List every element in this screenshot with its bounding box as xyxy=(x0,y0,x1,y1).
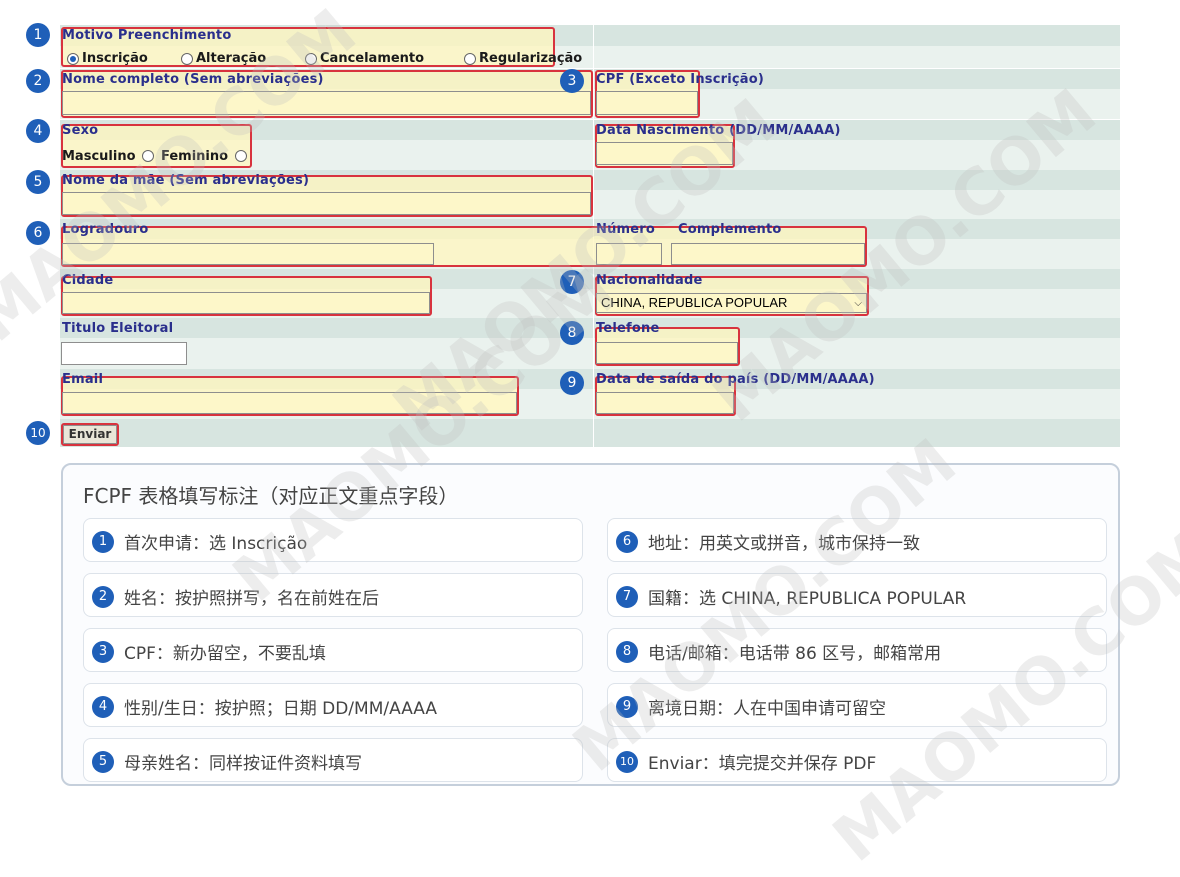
cidade-input[interactable] xyxy=(62,292,430,314)
cpf-input[interactable] xyxy=(596,91,698,115)
legend-number: 9 xyxy=(616,696,638,718)
radio-feminino[interactable] xyxy=(235,150,247,162)
telefone-input[interactable] xyxy=(596,342,738,364)
legend-text: 地址：用英文或拼音，城市保持一致 xyxy=(648,534,920,554)
legend-item: 1 首次申请：选 Inscrição xyxy=(83,518,583,562)
legend-number: 2 xyxy=(92,586,114,608)
numero-input[interactable] xyxy=(596,243,662,265)
legend-text: 母亲姓名：同样按证件资料填写 xyxy=(124,754,362,774)
email-input[interactable] xyxy=(62,392,517,414)
radio-cancelamento[interactable] xyxy=(305,53,317,65)
marker-3: 3 xyxy=(560,69,584,93)
legend-item: 2 姓名：按护照拼写，名在前姓在后 xyxy=(83,573,583,617)
legend-text: 首次申请：选 Inscrição xyxy=(124,534,308,554)
titulo-input[interactable] xyxy=(61,342,187,365)
legend-text: 国籍：选 CHINA, REPUBLICA POPULAR xyxy=(648,589,967,609)
legend-title: FCPF 表格填写标注（对应正文重点字段） xyxy=(83,484,459,508)
legend-text: 性别/生日：按护照；日期 DD/MM/AAAA xyxy=(124,699,438,719)
saida-input[interactable] xyxy=(596,392,734,414)
radio-inscricao[interactable] xyxy=(67,53,79,65)
sexo-masculino-label: Masculino xyxy=(62,149,136,164)
legend-text: CPF：新办留空，不要乱填 xyxy=(124,644,326,664)
titulo-label: Titulo Eleitoral xyxy=(62,321,174,336)
radio-masculino[interactable] xyxy=(142,150,154,162)
complemento-input[interactable] xyxy=(671,243,865,265)
legend-item: 8 电话/邮箱：电话带 86 区号，邮箱常用 xyxy=(607,628,1107,672)
radio-regularizacao-label: Regularização xyxy=(479,51,583,66)
legend-text: 电话/邮箱：电话带 86 区号，邮箱常用 xyxy=(648,644,942,664)
enviar-button[interactable]: Enviar xyxy=(63,425,117,444)
marker-9: 9 xyxy=(560,371,584,395)
marker-8: 8 xyxy=(560,321,584,345)
chevron-down-icon: ⌵ xyxy=(854,298,862,309)
nome-input[interactable] xyxy=(62,91,591,115)
legend-number: 5 xyxy=(92,751,114,773)
nacionalidade-label: Nacionalidade xyxy=(596,273,703,288)
marker-1: 1 xyxy=(26,23,50,47)
legend-item: 5 母亲姓名：同样按证件资料填写 xyxy=(83,738,583,782)
marker-7: 7 xyxy=(560,270,584,294)
mae-label: Nome da mãe (Sem abreviações) xyxy=(62,173,310,188)
numero-label: Número xyxy=(596,222,656,237)
legend-item: 3 CPF：新办留空，不要乱填 xyxy=(83,628,583,672)
legend-panel: FCPF 表格填写标注（对应正文重点字段） 1 首次申请：选 Inscrição… xyxy=(61,463,1120,786)
radio-inscricao-label: Inscrição xyxy=(82,51,148,66)
row-band xyxy=(60,419,1120,447)
sexo-label: Sexo xyxy=(62,123,99,138)
legend-item: 4 性别/生日：按护照；日期 DD/MM/AAAA xyxy=(83,683,583,727)
saida-label: Data de saída do país (DD/MM/AAAA) xyxy=(596,372,875,387)
nascimento-input[interactable] xyxy=(596,142,733,165)
nacionalidade-select[interactable]: CHINA, REPUBLICA POPULAR ⌵ xyxy=(596,293,867,313)
email-label: Email xyxy=(62,372,104,387)
legend-text: 姓名：按护照拼写，名在前姓在后 xyxy=(124,589,379,609)
sexo-feminino-label: Feminino xyxy=(161,149,229,164)
legend-number: 10 xyxy=(616,751,638,773)
fcpf-form: Motivo Preenchimento Inscrição Alteração… xyxy=(0,0,1180,450)
legend-number: 8 xyxy=(616,641,638,663)
legend-text: Enviar：填完提交并保存 PDF xyxy=(648,754,877,774)
mae-input[interactable] xyxy=(62,192,591,215)
legend-item: 7 国籍：选 CHINA, REPUBLICA POPULAR xyxy=(607,573,1107,617)
motivo-label: Motivo Preenchimento xyxy=(62,28,232,43)
nome-label: Nome completo (Sem abreviações) xyxy=(62,72,324,87)
legend-number: 1 xyxy=(92,531,114,553)
row-band xyxy=(60,338,1120,369)
marker-2: 2 xyxy=(26,69,50,93)
radio-alteracao-label: Alteração xyxy=(196,51,267,66)
legend-item: 6 地址：用英文或拼音，城市保持一致 xyxy=(607,518,1107,562)
marker-10: 10 xyxy=(26,421,50,445)
marker-5: 5 xyxy=(26,170,50,194)
marker-6: 6 xyxy=(26,221,50,245)
radio-alteracao[interactable] xyxy=(181,53,193,65)
logradouro-label: Logradouro xyxy=(62,222,149,237)
legend-number: 6 xyxy=(616,531,638,553)
telefone-label: Telefone xyxy=(596,321,660,336)
legend-number: 7 xyxy=(616,586,638,608)
row-band xyxy=(60,318,1120,338)
legend-text: 离境日期：人在中国申请可留空 xyxy=(648,699,886,719)
legend-item: 9 离境日期：人在中国申请可留空 xyxy=(607,683,1107,727)
cpf-label: CPF (Exceto Inscrição) xyxy=(596,72,765,87)
complemento-label: Complemento xyxy=(678,222,782,237)
cidade-label: Cidade xyxy=(62,273,114,288)
marker-4: 4 xyxy=(26,119,50,143)
legend-number: 3 xyxy=(92,641,114,663)
legend-number: 4 xyxy=(92,696,114,718)
nacionalidade-value: CHINA, REPUBLICA POPULAR xyxy=(601,295,788,310)
legend-item: 10 Enviar：填完提交并保存 PDF xyxy=(607,738,1107,782)
radio-cancelamento-label: Cancelamento xyxy=(320,51,425,66)
radio-regularizacao[interactable] xyxy=(464,53,476,65)
logradouro-input[interactable] xyxy=(62,243,434,265)
nascimento-label: Data Nascimento (DD/MM/AAAA) xyxy=(596,123,841,138)
